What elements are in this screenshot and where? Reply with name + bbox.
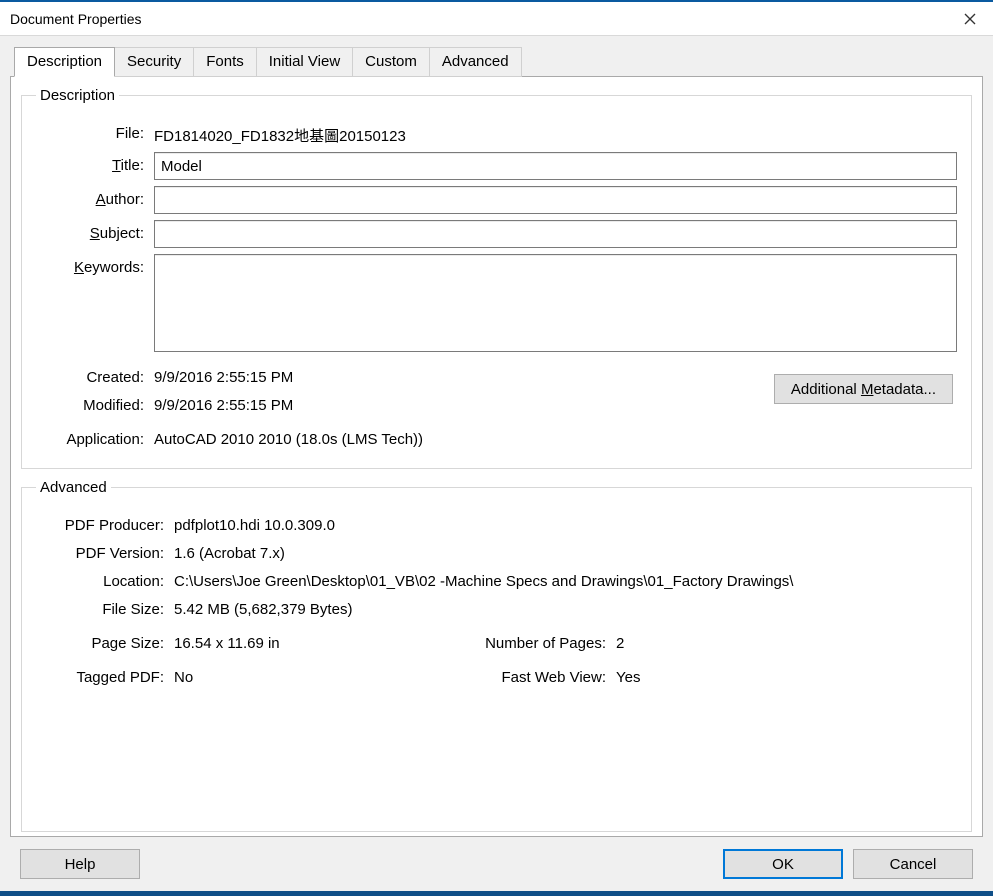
modified-label: Modified:: [36, 392, 154, 414]
tab-advanced[interactable]: Advanced: [429, 47, 522, 77]
keywords-label: Keywords:: [36, 254, 154, 276]
client-area: Description Security Fonts Initial View …: [0, 36, 993, 891]
file-size-value: 5.42 MB (5,682,379 Bytes): [174, 596, 957, 618]
description-legend: Description: [36, 87, 119, 104]
tab-custom[interactable]: Custom: [352, 47, 430, 77]
subject-label: Subject:: [36, 220, 154, 242]
title-input[interactable]: [154, 152, 957, 180]
additional-metadata-button[interactable]: Additional Metadata...: [774, 374, 953, 404]
pdf-version-value: 1.6 (Acrobat 7.x): [174, 540, 957, 562]
created-label: Created:: [36, 364, 154, 386]
cancel-button[interactable]: Cancel: [853, 849, 973, 879]
subject-input[interactable]: [154, 220, 957, 248]
author-label: Author:: [36, 186, 154, 208]
location-value: C:\Users\Joe Green\Desktop\01_VB\02 -Mac…: [174, 568, 957, 590]
modified-value: 9/9/2016 2:55:15 PM: [154, 392, 774, 414]
window-title: Document Properties: [10, 11, 947, 27]
title-label: Title:: [36, 152, 154, 174]
num-pages-value: 2: [616, 630, 640, 652]
application-label: Application:: [36, 426, 154, 448]
window-bottom-edge: [0, 891, 993, 896]
tab-body: Description File: FD1814020_FD1832地基圖201…: [10, 76, 983, 837]
file-value: FD1814020_FD1832地基圖20150123: [154, 120, 957, 146]
advanced-group: Advanced PDF Producer: pdfplot10.hdi 10.…: [21, 479, 972, 832]
close-button[interactable]: [947, 3, 993, 35]
close-icon: [964, 13, 976, 25]
author-input[interactable]: [154, 186, 957, 214]
titlebar: Document Properties: [0, 2, 993, 36]
tab-initial-view[interactable]: Initial View: [256, 47, 353, 77]
dialog-button-bar: Help OK Cancel: [10, 837, 983, 891]
tagged-pdf-label: Tagged PDF:: [36, 664, 174, 686]
location-label: Location:: [36, 568, 174, 590]
created-value: 9/9/2016 2:55:15 PM: [154, 364, 774, 386]
description-group: Description File: FD1814020_FD1832地基圖201…: [21, 87, 972, 469]
document-properties-window: Document Properties Description Security…: [0, 0, 993, 896]
page-size-value: 16.54 x 11.69 in: [174, 630, 344, 652]
fast-web-view-label: Fast Web View:: [464, 664, 616, 686]
help-button[interactable]: Help: [20, 849, 140, 879]
pdf-version-label: PDF Version:: [36, 540, 174, 562]
tab-security[interactable]: Security: [114, 47, 194, 77]
fast-web-view-value: Yes: [616, 664, 640, 686]
tab-strip: Description Security Fonts Initial View …: [14, 46, 983, 76]
num-pages-label: Number of Pages:: [464, 630, 616, 652]
keywords-input[interactable]: [154, 254, 957, 352]
page-size-label: Page Size:: [36, 630, 174, 652]
tab-fonts[interactable]: Fonts: [193, 47, 257, 77]
advanced-legend: Advanced: [36, 479, 111, 496]
tab-description[interactable]: Description: [14, 47, 115, 77]
pdf-producer-label: PDF Producer:: [36, 512, 174, 534]
file-size-label: File Size:: [36, 596, 174, 618]
application-value: AutoCAD 2010 2010 (18.0s (LMS Tech)): [154, 426, 957, 448]
ok-button[interactable]: OK: [723, 849, 843, 879]
file-label: File:: [36, 120, 154, 142]
pdf-producer-value: pdfplot10.hdi 10.0.309.0: [174, 512, 957, 534]
tagged-pdf-value: No: [174, 664, 344, 686]
